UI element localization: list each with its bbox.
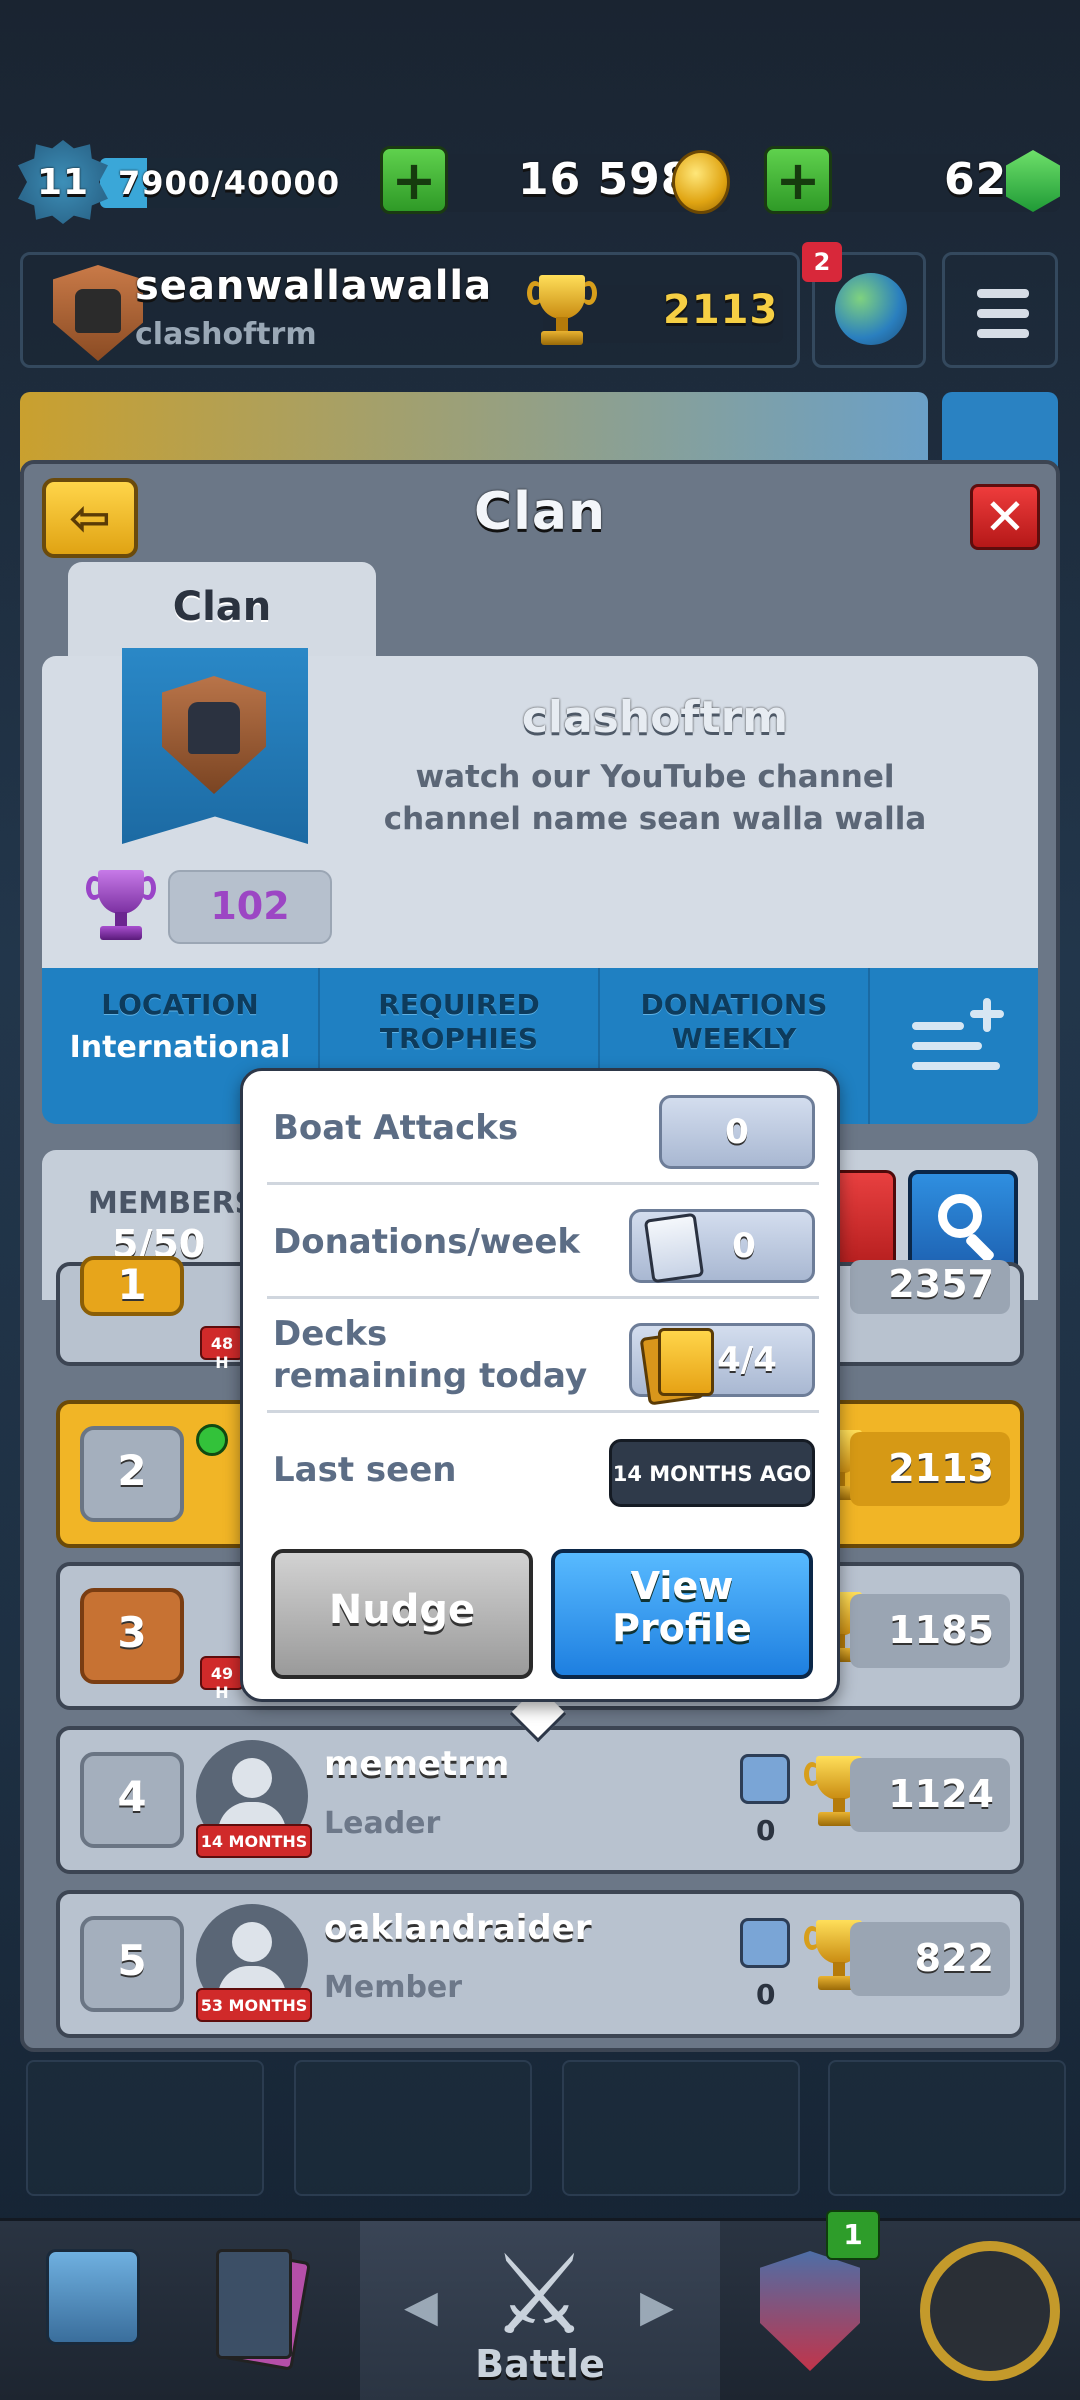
boat-attacks-value: 0 xyxy=(659,1095,815,1169)
nav-profile[interactable] xyxy=(900,2221,1080,2400)
popup-row-last-seen: Last seen 14 MONTHS AGO xyxy=(267,1413,819,1527)
menu-button[interactable] xyxy=(942,252,1058,368)
chest-slots xyxy=(0,2060,1080,2196)
stat-label: REQUIRED TROPHIES xyxy=(378,988,540,1055)
donations-value-text: 0 xyxy=(732,1226,756,1266)
member-trophies: 1185 xyxy=(850,1594,1010,1668)
popup-row-boat-attacks: Boat Attacks 0 xyxy=(267,1071,819,1185)
popup-label: Donations/week xyxy=(273,1222,580,1262)
crown-globe-icon xyxy=(835,273,907,345)
clan-nav-shield-icon xyxy=(760,2251,860,2371)
clan-shield-icon xyxy=(53,265,143,361)
nudge-button[interactable]: Nudge xyxy=(271,1549,533,1679)
popup-row-decks: Decks remaining today 4/4 xyxy=(267,1299,819,1413)
gold-cards-icon xyxy=(639,1326,714,1406)
member-donations: 0 xyxy=(756,1814,776,1847)
add-gold-button[interactable]: + xyxy=(380,146,448,214)
member-rank: 4 xyxy=(80,1752,184,1848)
last-seen-value: 14 MONTHS AGO xyxy=(609,1439,815,1507)
member-trophies: 2357 xyxy=(850,1260,1010,1314)
donations-value: 0 xyxy=(629,1209,815,1284)
member-trophies: 2113 xyxy=(850,1432,1010,1506)
tab-clan[interactable]: Clan xyxy=(68,562,376,658)
nav-shop[interactable] xyxy=(0,2221,180,2400)
trophy-icon xyxy=(527,275,597,351)
player-profile-bar[interactable]: seanwallawalla clashoftrm 2113 xyxy=(20,252,800,368)
decks-remaining-value: 4/4 xyxy=(629,1323,815,1406)
gold-coin-icon xyxy=(672,150,730,214)
popup-label: Last seen xyxy=(273,1450,457,1490)
member-name: oaklandraider xyxy=(324,1908,592,1948)
popup-label: Boat Attacks xyxy=(273,1108,519,1148)
close-icon: ✕ xyxy=(984,488,1026,546)
last-seen-tag: 49 H xyxy=(200,1656,244,1702)
panel-title: Clan xyxy=(473,482,607,542)
close-button[interactable]: ✕ xyxy=(970,484,1040,550)
stat-value: International xyxy=(69,1030,291,1065)
view-profile-button[interactable]: View Profile xyxy=(551,1549,813,1679)
donation-icon xyxy=(740,1918,790,1968)
add-gems-button[interactable]: + xyxy=(764,146,832,214)
card-icon xyxy=(643,1212,705,1284)
member-rank: 3 xyxy=(80,1588,184,1684)
member-trophies: 822 xyxy=(850,1922,1010,1996)
clan-name: clashoftrm xyxy=(521,692,789,743)
search-icon xyxy=(938,1194,982,1238)
shop-chest-icon xyxy=(46,2249,140,2345)
level-badge[interactable]: 11 xyxy=(18,140,108,224)
online-indicator xyxy=(196,1424,228,1456)
notification-badge: 2 xyxy=(802,242,842,282)
stat-label: DONATIONS WEEKLY xyxy=(640,988,828,1055)
player-name: seanwallawalla xyxy=(135,263,493,309)
member-trophies: 1124 xyxy=(850,1758,1010,1832)
member-popup: Boat Attacks 0 Donations/week 0 Decks re… xyxy=(240,1068,840,1702)
battle-label: Battle xyxy=(475,2342,605,2386)
member-role: Leader xyxy=(324,1806,441,1841)
member-name: memetrm xyxy=(324,1744,510,1784)
last-seen-tag: 48 H xyxy=(200,1326,244,1372)
member-donations: 0 xyxy=(756,1978,776,2011)
chest-slot xyxy=(26,2060,264,2196)
chest-slot xyxy=(562,2060,800,2196)
member-row-5[interactable]: 5 53 MONTHS oaklandraider Member 0 822 xyxy=(56,1890,1024,2038)
right-arrow-icon: ▶ xyxy=(640,2281,674,2332)
members-label: MEMBERS xyxy=(88,1186,257,1221)
stat-label: LOCATION xyxy=(101,988,259,1021)
member-rank: 2 xyxy=(80,1426,184,1522)
profile-laurel-icon xyxy=(920,2241,1060,2381)
clan-description: watch our YouTube channel channel name s… xyxy=(383,759,927,837)
popup-label: Decks remaining today xyxy=(273,1314,588,1396)
member-role: Member xyxy=(324,1970,463,2005)
donation-icon xyxy=(740,1754,790,1804)
member-rank: 5 xyxy=(80,1916,184,2012)
crossed-swords-icon: ⚔ xyxy=(490,2231,589,2359)
chest-slot xyxy=(294,2060,532,2196)
xp-text: 7900/40000 xyxy=(118,164,340,202)
xp-progress-bar: 7900/40000 xyxy=(100,158,340,208)
resource-bar: 7900/40000 11 + 16 598 + 62 xyxy=(0,140,1080,224)
chest-slot xyxy=(828,2060,1066,2196)
clan-trophy-icon xyxy=(86,870,156,946)
decks-remaining-text: 4/4 xyxy=(717,1340,777,1380)
filter-icon[interactable] xyxy=(912,998,1012,1088)
member-rank: 1 xyxy=(80,1256,184,1316)
clan-trophy-count: 102 xyxy=(168,870,332,944)
nav-cards[interactable] xyxy=(180,2221,360,2400)
left-arrow-icon: ◀ xyxy=(404,2281,438,2332)
popup-row-donations: Donations/week 0 xyxy=(267,1185,819,1299)
menu-icon xyxy=(977,289,1029,298)
last-seen-tag: 53 MONTHS xyxy=(196,1988,312,2022)
player-trophies: 2113 xyxy=(663,287,779,333)
gem-amount: 62 xyxy=(944,154,1008,205)
last-seen-tag: 14 MONTHS xyxy=(196,1824,312,1858)
gold-amount: 16 598 xyxy=(518,154,693,205)
member-row-4[interactable]: 4 14 MONTHS memetrm Leader 0 1124 xyxy=(56,1726,1024,1874)
player-clan-name: clashoftrm xyxy=(135,317,317,352)
clan-nav-badge: 1 xyxy=(826,2210,880,2260)
